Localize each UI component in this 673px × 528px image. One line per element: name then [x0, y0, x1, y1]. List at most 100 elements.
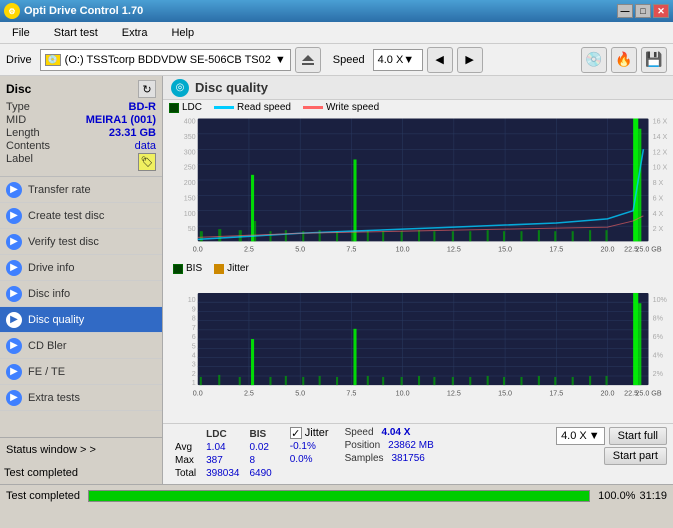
drive-select[interactable]: 💿 (O:) TSSTcorp BDDVDW SE-506CB TS02 ▼	[40, 49, 291, 71]
svg-text:100: 100	[184, 210, 196, 218]
svg-text:7.5: 7.5	[346, 246, 356, 254]
test-completed-bottom-label: Test completed	[6, 490, 80, 502]
save-button[interactable]: 💾	[641, 47, 667, 73]
sidebar-item-disc-info[interactable]: ▶ Disc info	[0, 281, 162, 307]
menu-start-test[interactable]: Start test	[46, 25, 106, 41]
sidebar-item-verify-test-disc[interactable]: ▶ Verify test disc	[0, 229, 162, 255]
svg-text:10%: 10%	[653, 297, 668, 305]
svg-text:5.0: 5.0	[295, 390, 305, 398]
stats-table: LDC BIS Avg 1.04 0.02 Max 387 8 Total 39…	[169, 427, 278, 481]
app-icon: ⚙	[4, 3, 20, 19]
speed-arrow-right[interactable]: ▶	[457, 47, 483, 73]
ldc-legend-color	[169, 103, 179, 113]
svg-text:6%: 6%	[653, 333, 664, 341]
stats-area: LDC BIS Avg 1.04 0.02 Max 387 8 Total 39…	[163, 423, 673, 484]
disc-label-icon[interactable]: 🏷	[138, 153, 156, 171]
svg-text:7: 7	[192, 324, 196, 332]
speed-select[interactable]: 4.0 X ▼	[373, 49, 423, 71]
bottom-bar: Test completed 100.0% 31:19	[0, 484, 673, 506]
sidebar-item-cd-bler[interactable]: ▶ CD Bler	[0, 333, 162, 359]
color-disc-button[interactable]: 💿	[581, 47, 607, 73]
fe-te-label: FE / TE	[28, 366, 65, 378]
extra-tests-label: Extra tests	[28, 392, 80, 404]
action-section: 4.0 X ▼ Start full Start part	[556, 427, 667, 465]
disc-refresh-button[interactable]: ↻	[138, 80, 156, 98]
svg-text:8%: 8%	[653, 315, 664, 323]
sidebar: Disc ↻ Type BD-R MID MEIRA1 (001) Length…	[0, 76, 163, 484]
svg-text:2.5: 2.5	[244, 246, 254, 254]
sidebar-item-disc-quality[interactable]: ▶ Disc quality	[0, 307, 162, 333]
start-part-button[interactable]: Start part	[604, 447, 667, 465]
disc-info-box: Disc ↻ Type BD-R MID MEIRA1 (001) Length…	[0, 76, 162, 177]
menu-extra[interactable]: Extra	[114, 25, 156, 41]
create-test-disc-label: Create test disc	[28, 210, 104, 222]
status-section: Status window > > Test completed	[0, 437, 162, 484]
drive-dropdown-arrow[interactable]: ▼	[275, 54, 286, 66]
transfer-rate-label: Transfer rate	[28, 184, 91, 196]
burn-button[interactable]: 🔥	[611, 47, 637, 73]
start-full-button[interactable]: Start full	[609, 427, 667, 445]
total-label: Total	[171, 468, 200, 479]
top-chart: 400 350 300 250 200 150 100 50 16 X 14 X…	[167, 117, 669, 261]
samples-row: Samples 381756	[345, 453, 434, 464]
svg-text:1: 1	[192, 380, 196, 388]
disc-type-key: Type	[6, 101, 30, 113]
sidebar-item-extra-tests[interactable]: ▶ Extra tests	[0, 385, 162, 411]
jitter-header-row: ✓ Jitter	[290, 427, 329, 439]
start-part-row: Start part	[604, 447, 667, 465]
sidebar-item-transfer-rate[interactable]: ▶ Transfer rate	[0, 177, 162, 203]
samples-value: 381756	[392, 453, 425, 464]
menu-file[interactable]: File	[4, 25, 38, 41]
sidebar-item-fe-te[interactable]: ▶ FE / TE	[0, 359, 162, 385]
jitter-label: Jitter	[305, 427, 329, 439]
extra-tests-icon: ▶	[6, 390, 22, 406]
speed-arrow-left[interactable]: ◀	[427, 47, 453, 73]
svg-text:25.0 GB: 25.0 GB	[635, 246, 661, 254]
test-completed-bar: Test completed	[0, 462, 162, 484]
sidebar-item-drive-info[interactable]: ▶ Drive info	[0, 255, 162, 281]
stats-col-ldc: LDC	[202, 429, 243, 440]
speed-dropdown-value: 4.0 X	[561, 430, 587, 442]
maximize-button[interactable]: □	[635, 4, 651, 18]
close-button[interactable]: ✕	[653, 4, 669, 18]
eject-button[interactable]	[295, 47, 321, 73]
jitter-legend-color	[214, 264, 224, 274]
svg-text:300: 300	[184, 148, 196, 156]
speed-dropdown[interactable]: 4.0 X ▼	[556, 427, 605, 445]
stats-col-bis: BIS	[246, 429, 276, 440]
disc-contents-key: Contents	[6, 140, 50, 152]
write-speed-legend-label: Write speed	[326, 102, 379, 113]
drive-disc-icon: 💿	[45, 54, 61, 66]
bottom-chart-wrapper: 10 9 8 7 6 5 4 3 2 1 10% 8% 6% 4% 2%	[167, 278, 669, 421]
svg-text:25.0 GB: 25.0 GB	[635, 390, 661, 398]
disc-section-label: Disc	[6, 82, 31, 96]
menu-help[interactable]: Help	[163, 25, 202, 41]
avg-bis: 0.02	[246, 442, 276, 453]
disc-length-val: 23.31 GB	[109, 127, 156, 139]
svg-text:10 X: 10 X	[653, 164, 668, 172]
status-window-button[interactable]: Status window > >	[0, 438, 162, 462]
read-speed-legend-label: Read speed	[237, 102, 291, 113]
minimize-button[interactable]: —	[617, 4, 633, 18]
charts-container: 400 350 300 250 200 150 100 50 16 X 14 X…	[163, 115, 673, 423]
cd-bler-label: CD Bler	[28, 340, 67, 352]
avg-ldc: 1.04	[202, 442, 243, 453]
chart-legend-bottom: BIS Jitter	[167, 263, 669, 276]
content-title: Disc quality	[195, 80, 268, 95]
samples-label: Samples	[345, 453, 384, 464]
svg-text:6 X: 6 X	[653, 194, 664, 202]
bottom-chart: 10 9 8 7 6 5 4 3 2 1 10% 8% 6% 4% 2%	[167, 278, 669, 421]
svg-text:9: 9	[192, 306, 196, 314]
jitter-checkbox[interactable]: ✓	[290, 427, 302, 439]
read-speed-legend-color	[214, 106, 234, 109]
svg-text:12.5: 12.5	[447, 246, 461, 254]
svg-text:250: 250	[184, 164, 196, 172]
verify-test-disc-label: Verify test disc	[28, 236, 99, 248]
sidebar-item-create-test-disc[interactable]: ▶ Create test disc	[0, 203, 162, 229]
svg-text:5.0: 5.0	[295, 246, 305, 254]
app-title: Opti Drive Control 1.70	[24, 5, 143, 17]
svg-text:12 X: 12 X	[653, 148, 668, 156]
svg-text:0.0: 0.0	[193, 390, 203, 398]
svg-text:20.0: 20.0	[601, 390, 615, 398]
jitter-max-row: 0.0%	[290, 454, 329, 465]
